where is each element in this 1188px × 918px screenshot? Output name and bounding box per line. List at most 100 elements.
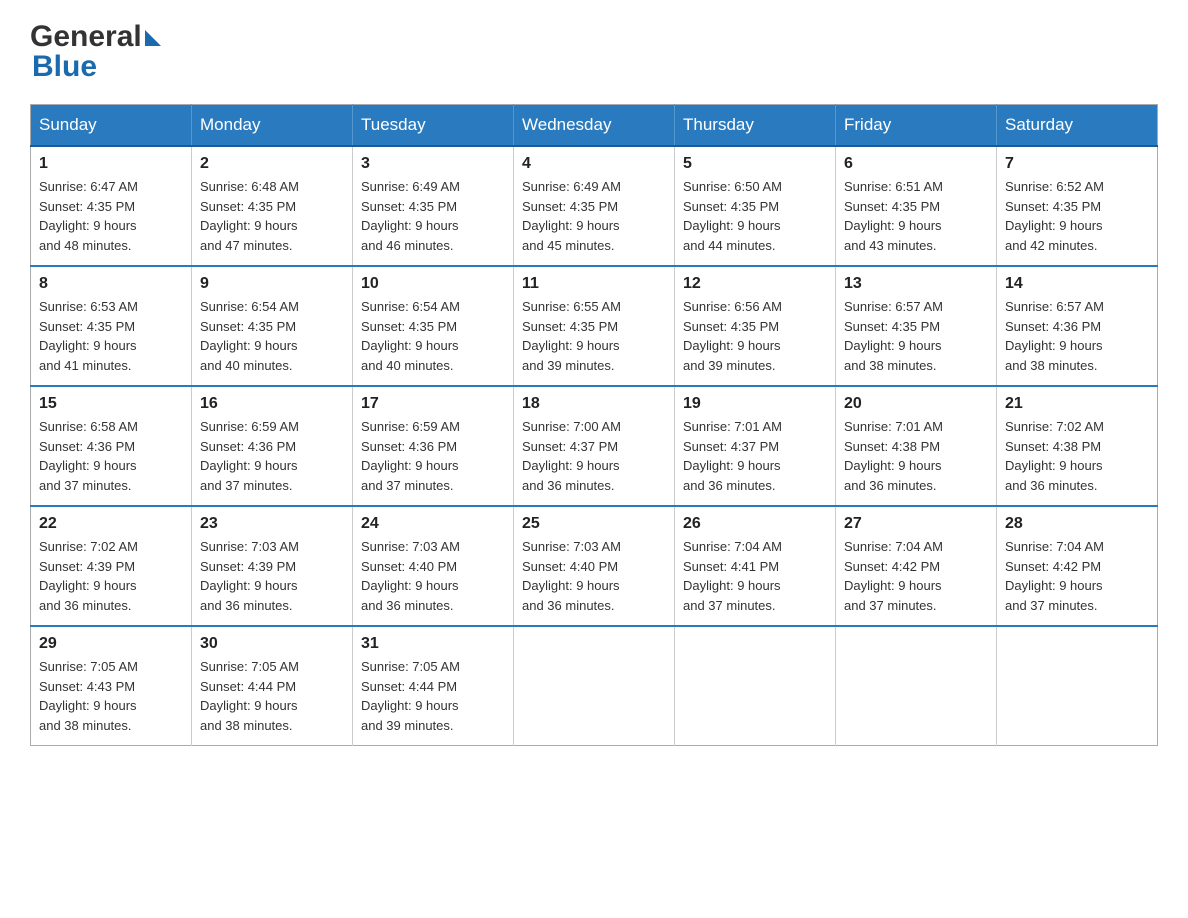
day-info: Sunrise: 7:05 AMSunset: 4:43 PMDaylight:… [39, 657, 183, 735]
day-info: Sunrise: 7:00 AMSunset: 4:37 PMDaylight:… [522, 417, 666, 495]
page-header: General Blue [30, 20, 1158, 84]
day-number: 22 [39, 515, 183, 533]
calendar-cell: 14 Sunrise: 6:57 AMSunset: 4:36 PMDayligh… [997, 266, 1158, 386]
day-number: 14 [1005, 275, 1149, 293]
calendar-cell: 1 Sunrise: 6:47 AMSunset: 4:35 PMDaylight… [31, 146, 192, 266]
day-number: 9 [200, 275, 344, 293]
day-info: Sunrise: 6:59 AMSunset: 4:36 PMDaylight:… [361, 417, 505, 495]
header-monday: Monday [192, 105, 353, 147]
day-number: 15 [39, 395, 183, 413]
day-number: 25 [522, 515, 666, 533]
day-info: Sunrise: 7:04 AMSunset: 4:42 PMDaylight:… [844, 537, 988, 615]
day-info: Sunrise: 7:05 AMSunset: 4:44 PMDaylight:… [200, 657, 344, 735]
header-saturday: Saturday [997, 105, 1158, 147]
day-info: Sunrise: 6:50 AMSunset: 4:35 PMDaylight:… [683, 177, 827, 255]
day-number: 20 [844, 395, 988, 413]
calendar-cell: 27 Sunrise: 7:04 AMSunset: 4:42 PMDayligh… [836, 506, 997, 626]
header-wednesday: Wednesday [514, 105, 675, 147]
day-number: 16 [200, 395, 344, 413]
calendar-week-1: 1 Sunrise: 6:47 AMSunset: 4:35 PMDaylight… [31, 146, 1158, 266]
calendar-cell: 16 Sunrise: 6:59 AMSunset: 4:36 PMDayligh… [192, 386, 353, 506]
day-info: Sunrise: 6:59 AMSunset: 4:36 PMDaylight:… [200, 417, 344, 495]
calendar-cell: 11Sunrise: 6:55 AMSunset: 4:35 PMDayligh… [514, 266, 675, 386]
day-info: Sunrise: 7:05 AMSunset: 4:44 PMDaylight:… [361, 657, 505, 735]
day-info: Sunrise: 6:48 AMSunset: 4:35 PMDaylight:… [200, 177, 344, 255]
day-number: 6 [844, 155, 988, 173]
calendar-cell: 18 Sunrise: 7:00 AMSunset: 4:37 PMDayligh… [514, 386, 675, 506]
calendar-week-2: 8 Sunrise: 6:53 AMSunset: 4:35 PMDaylight… [31, 266, 1158, 386]
calendar-cell [997, 626, 1158, 746]
logo-general: General [30, 20, 142, 54]
calendar-cell: 5 Sunrise: 6:50 AMSunset: 4:35 PMDaylight… [675, 146, 836, 266]
day-number: 4 [522, 155, 666, 173]
day-number: 26 [683, 515, 827, 533]
day-info: Sunrise: 6:58 AMSunset: 4:36 PMDaylight:… [39, 417, 183, 495]
calendar-cell: 2Sunrise: 6:48 AMSunset: 4:35 PMDaylight… [192, 146, 353, 266]
calendar-week-3: 15 Sunrise: 6:58 AMSunset: 4:36 PMDayligh… [31, 386, 1158, 506]
logo: General Blue [30, 20, 161, 84]
calendar-cell: 19Sunrise: 7:01 AMSunset: 4:37 PMDayligh… [675, 386, 836, 506]
calendar-cell: 31 Sunrise: 7:05 AMSunset: 4:44 PMDayligh… [353, 626, 514, 746]
day-number: 27 [844, 515, 988, 533]
calendar-week-4: 22 Sunrise: 7:02 AMSunset: 4:39 PMDayligh… [31, 506, 1158, 626]
day-info: Sunrise: 6:52 AMSunset: 4:35 PMDaylight:… [1005, 177, 1149, 255]
day-info: Sunrise: 6:47 AMSunset: 4:35 PMDaylight:… [39, 177, 183, 255]
day-number: 28 [1005, 515, 1149, 533]
day-number: 7 [1005, 155, 1149, 173]
day-number: 8 [39, 275, 183, 293]
logo-blue: Blue [32, 50, 97, 83]
day-info: Sunrise: 6:54 AMSunset: 4:35 PMDaylight:… [200, 297, 344, 375]
day-number: 3 [361, 155, 505, 173]
calendar-cell [836, 626, 997, 746]
day-number: 17 [361, 395, 505, 413]
calendar-cell: 21Sunrise: 7:02 AMSunset: 4:38 PMDayligh… [997, 386, 1158, 506]
calendar-cell: 4 Sunrise: 6:49 AMSunset: 4:35 PMDaylight… [514, 146, 675, 266]
day-info: Sunrise: 6:51 AMSunset: 4:35 PMDaylight:… [844, 177, 988, 255]
calendar-header-row: SundayMondayTuesdayWednesdayThursdayFrid… [31, 105, 1158, 147]
day-info: Sunrise: 7:01 AMSunset: 4:37 PMDaylight:… [683, 417, 827, 495]
day-info: Sunrise: 7:04 AMSunset: 4:42 PMDaylight:… [1005, 537, 1149, 615]
day-info: Sunrise: 6:49 AMSunset: 4:35 PMDaylight:… [522, 177, 666, 255]
day-number: 24 [361, 515, 505, 533]
calendar-cell: 25Sunrise: 7:03 AMSunset: 4:40 PMDayligh… [514, 506, 675, 626]
day-info: Sunrise: 6:57 AMSunset: 4:35 PMDaylight:… [844, 297, 988, 375]
day-info: Sunrise: 6:57 AMSunset: 4:36 PMDaylight:… [1005, 297, 1149, 375]
day-number: 13 [844, 275, 988, 293]
day-info: Sunrise: 7:04 AMSunset: 4:41 PMDaylight:… [683, 537, 827, 615]
day-info: Sunrise: 6:53 AMSunset: 4:35 PMDaylight:… [39, 297, 183, 375]
day-info: Sunrise: 7:01 AMSunset: 4:38 PMDaylight:… [844, 417, 988, 495]
calendar-cell: 7 Sunrise: 6:52 AMSunset: 4:35 PMDaylight… [997, 146, 1158, 266]
calendar-cell: 22 Sunrise: 7:02 AMSunset: 4:39 PMDayligh… [31, 506, 192, 626]
calendar-cell: 9 Sunrise: 6:54 AMSunset: 4:35 PMDaylight… [192, 266, 353, 386]
calendar-cell: 30 Sunrise: 7:05 AMSunset: 4:44 PMDayligh… [192, 626, 353, 746]
day-number: 11 [522, 275, 666, 293]
day-info: Sunrise: 6:56 AMSunset: 4:35 PMDaylight:… [683, 297, 827, 375]
calendar-cell: 24 Sunrise: 7:03 AMSunset: 4:40 PMDayligh… [353, 506, 514, 626]
day-info: Sunrise: 7:03 AMSunset: 4:39 PMDaylight:… [200, 537, 344, 615]
day-info: Sunrise: 7:02 AMSunset: 4:39 PMDaylight:… [39, 537, 183, 615]
calendar-week-5: 29Sunrise: 7:05 AMSunset: 4:43 PMDayligh… [31, 626, 1158, 746]
calendar-cell: 20 Sunrise: 7:01 AMSunset: 4:38 PMDayligh… [836, 386, 997, 506]
calendar-cell: 12 Sunrise: 6:56 AMSunset: 4:35 PMDayligh… [675, 266, 836, 386]
day-number: 30 [200, 635, 344, 653]
day-info: Sunrise: 7:02 AMSunset: 4:38 PMDaylight:… [1005, 417, 1149, 495]
day-info: Sunrise: 7:03 AMSunset: 4:40 PMDaylight:… [361, 537, 505, 615]
calendar-cell: 10Sunrise: 6:54 AMSunset: 4:35 PMDayligh… [353, 266, 514, 386]
calendar-cell: 26 Sunrise: 7:04 AMSunset: 4:41 PMDayligh… [675, 506, 836, 626]
calendar-cell: 3Sunrise: 6:49 AMSunset: 4:35 PMDaylight… [353, 146, 514, 266]
header-sunday: Sunday [31, 105, 192, 147]
day-number: 18 [522, 395, 666, 413]
day-number: 12 [683, 275, 827, 293]
calendar-cell: 28 Sunrise: 7:04 AMSunset: 4:42 PMDayligh… [997, 506, 1158, 626]
header-tuesday: Tuesday [353, 105, 514, 147]
calendar-cell: 15 Sunrise: 6:58 AMSunset: 4:36 PMDayligh… [31, 386, 192, 506]
day-number: 5 [683, 155, 827, 173]
day-number: 1 [39, 155, 183, 173]
calendar-cell [514, 626, 675, 746]
day-number: 10 [361, 275, 505, 293]
header-friday: Friday [836, 105, 997, 147]
day-number: 23 [200, 515, 344, 533]
calendar-cell: 29Sunrise: 7:05 AMSunset: 4:43 PMDayligh… [31, 626, 192, 746]
day-number: 31 [361, 635, 505, 653]
logo-triangle-icon [145, 30, 161, 46]
